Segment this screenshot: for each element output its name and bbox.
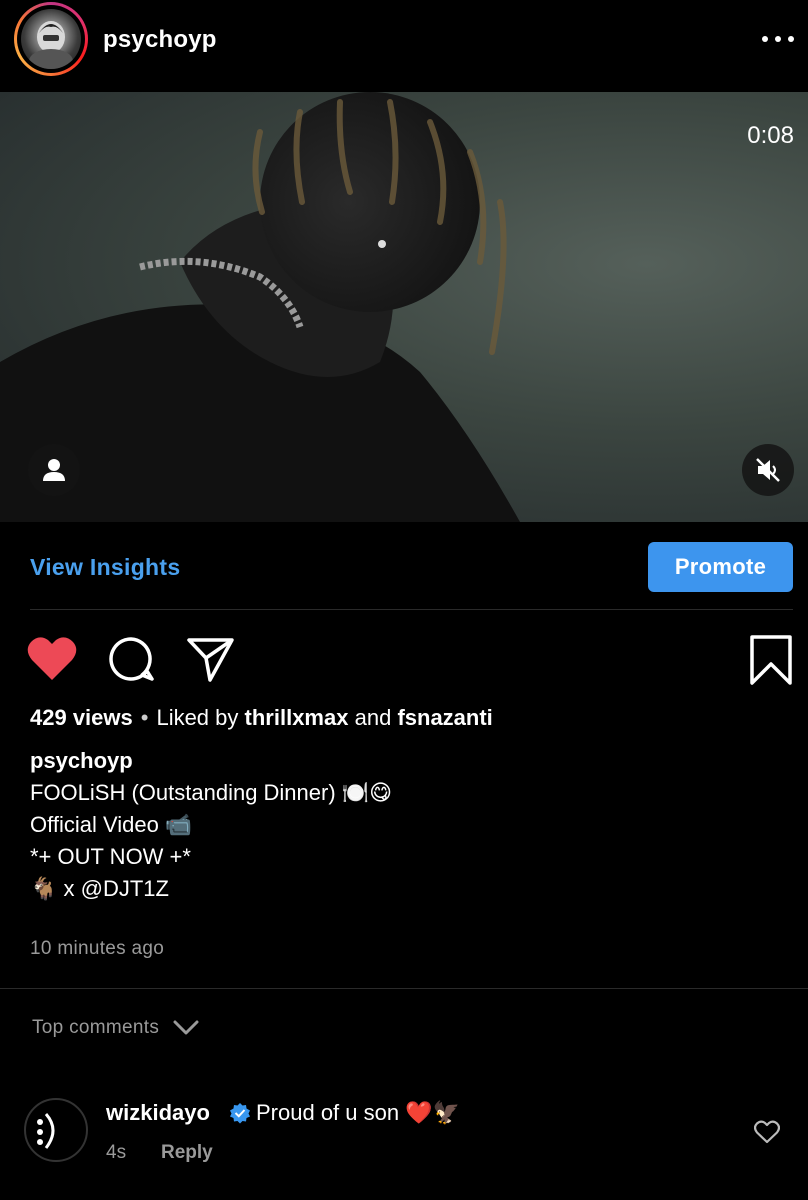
caption-line[interactable]: 🐐 x @DJT1Z <box>30 873 392 905</box>
top-comments-toggle[interactable]: Top comments <box>32 1017 199 1039</box>
heart-icon[interactable] <box>26 634 78 687</box>
caption-line: Official Video 📹 <box>30 812 193 837</box>
liked-user[interactable]: thrillxmax <box>245 705 349 730</box>
mute-icon[interactable] <box>742 444 794 496</box>
comment-item: wizkidayo Proud of u son ❤️🦅 4s Reply <box>0 1090 808 1190</box>
user-tag-icon[interactable] <box>28 444 80 496</box>
comment-icon[interactable] <box>106 634 156 689</box>
verified-icon <box>229 1102 251 1129</box>
post-header: psychoyp <box>0 0 808 92</box>
divider <box>30 609 793 610</box>
views-liked-line: 429 views • Liked by thrillxmax and fsnaza… <box>30 705 493 730</box>
comment-time: 4s <box>106 1142 127 1163</box>
comment-reply-button[interactable]: Reply <box>161 1142 213 1164</box>
comment-avatar[interactable] <box>24 1098 88 1162</box>
profile-avatar[interactable] <box>14 2 88 76</box>
liked-user[interactable]: fsnazanti <box>397 705 492 730</box>
share-icon[interactable] <box>186 634 236 689</box>
bookmark-icon[interactable] <box>748 634 794 691</box>
post-timestamp: 10 minutes ago <box>30 938 165 959</box>
caption-username[interactable]: psychoyp <box>30 745 392 777</box>
view-insights-link[interactable]: View Insights <box>30 554 180 581</box>
video-timer: 0:08 <box>747 122 794 149</box>
and-text: and <box>354 705 392 730</box>
caption-line: FOOLiSH (Outstanding Dinner) 🍽️😋 <box>30 780 393 805</box>
more-icon[interactable] <box>762 30 794 48</box>
comment-like-icon[interactable] <box>753 1120 781 1149</box>
divider <box>0 988 808 989</box>
insights-row: View Insights Promote <box>0 522 808 610</box>
liked-by-prefix: Liked by <box>156 705 239 730</box>
views-count[interactable]: 429 views <box>30 705 133 730</box>
top-comments-label: Top comments <box>32 1017 160 1038</box>
caption-line: *+ OUT NOW +* <box>30 844 191 869</box>
action-bar <box>0 630 808 690</box>
promote-button[interactable]: Promote <box>648 542 793 592</box>
comment-text: Proud of u son ❤️🦅 <box>256 1100 460 1125</box>
comment-username[interactable]: wizkidayo <box>106 1100 210 1126</box>
chevron-down-icon <box>173 1020 199 1035</box>
post-caption: psychoyp FOOLiSH (Outstanding Dinner) 🍽️… <box>30 745 392 905</box>
post-username[interactable]: psychoyp <box>103 26 217 54</box>
post-video[interactable]: 0:08 <box>0 92 808 522</box>
